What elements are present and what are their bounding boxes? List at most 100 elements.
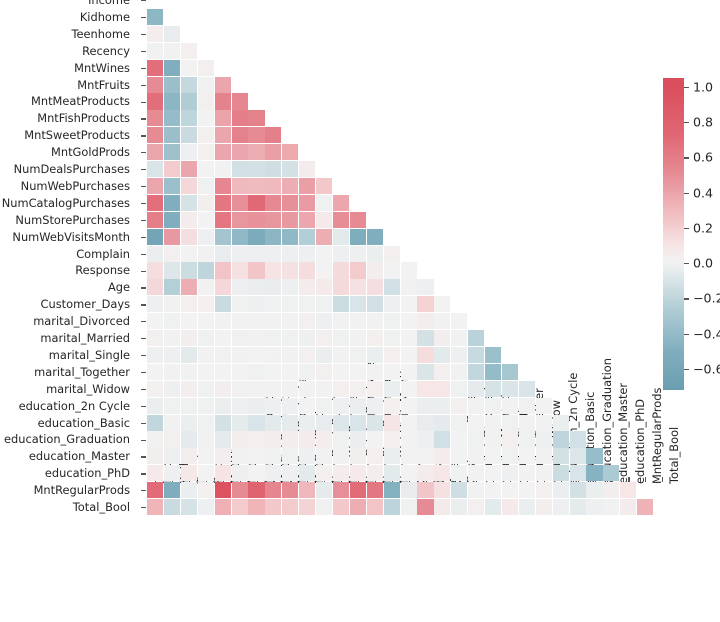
colorbar-tick-label: 0.6 [693, 149, 714, 165]
heatmap-cell [332, 363, 350, 380]
heatmap-cell [197, 211, 214, 228]
colorbar-tick-mark [684, 333, 689, 335]
y-axis-tick-mark [141, 473, 146, 475]
heatmap-cell [231, 296, 248, 313]
heatmap-cell [231, 482, 248, 499]
heatmap-cell [163, 194, 181, 211]
heatmap-cell [434, 380, 451, 397]
heatmap-cell [349, 313, 366, 330]
heatmap-cell [265, 144, 282, 161]
heatmap-cell [316, 431, 333, 448]
heatmap-cell [400, 262, 417, 279]
heatmap-cell [366, 346, 383, 364]
heatmap-cell [485, 380, 502, 397]
heatmap-cell [316, 499, 333, 516]
heatmap-cell [265, 448, 282, 465]
heatmap-cell [214, 262, 231, 279]
heatmap-cell [501, 482, 519, 499]
heatmap-cell [501, 380, 519, 397]
heatmap-cell [620, 482, 637, 499]
heatmap-cell [180, 499, 197, 516]
heatmap-cell [163, 296, 181, 313]
heatmap-cell [451, 380, 468, 397]
heatmap-cell [197, 330, 214, 347]
heatmap-cell [163, 380, 181, 397]
y-axis-tick-mark [141, 50, 146, 53]
heatmap-cell [147, 211, 164, 228]
heatmap-cell [163, 363, 181, 380]
y-axis-tick-label: education_Master [28, 449, 130, 464]
heatmap-cell [603, 465, 620, 482]
y-axis-tick-label: NumWebPurchases [20, 178, 130, 193]
correlation-heatmap-figure: Income Kidhome Teenhome Recency MntWines MntF… [0, 0, 720, 622]
heatmap-cell [163, 59, 181, 76]
heatmap-cell [265, 482, 282, 499]
heatmap-cell [434, 397, 451, 414]
y-axis-tick-mark [141, 0, 146, 2]
heatmap-cell [299, 499, 316, 516]
y-axis-tick-label: Teenhome [71, 26, 130, 41]
heatmap-cell [147, 8, 164, 26]
heatmap-cell [366, 245, 383, 262]
colorbar-tick-label: −0.2 [693, 290, 720, 306]
heatmap-cell [180, 330, 197, 347]
heatmap-cell [180, 127, 197, 144]
heatmap-cell [282, 330, 299, 347]
heatmap-cell [434, 330, 451, 347]
x-axis-tick-mark [645, 477, 647, 482]
heatmap-cell [180, 363, 197, 380]
heatmap-cell [282, 245, 299, 262]
heatmap-cell [586, 465, 603, 482]
heatmap-cell [417, 380, 434, 397]
colorbar-tick-mark [684, 368, 689, 371]
heatmap-cell [383, 279, 400, 296]
heatmap-cell [451, 465, 468, 482]
y-axis-tick-mark [141, 67, 146, 69]
heatmap-cell [163, 262, 181, 279]
heatmap-cell [417, 330, 434, 347]
heatmap-cell [316, 414, 333, 431]
colorbar-tick-label: 0.8 [693, 114, 714, 130]
heatmap-cell [349, 397, 366, 414]
y-axis-tick-label: marital_Married [40, 331, 130, 345]
heatmap-cell [518, 431, 535, 448]
heatmap-cell [282, 346, 299, 364]
heatmap-cell [434, 346, 451, 364]
heatmap-cell [366, 414, 383, 431]
heatmap-cell [603, 482, 620, 499]
heatmap-cell [163, 499, 181, 516]
heatmap-cell [180, 194, 197, 211]
heatmap-cell [417, 448, 434, 465]
heatmap-cell [518, 448, 535, 465]
heatmap-cell [417, 397, 434, 414]
heatmap-cell [349, 279, 366, 296]
heatmap-cell [147, 482, 164, 499]
heatmap-cell [316, 262, 333, 279]
heatmap-cell [231, 110, 248, 127]
heatmap-cell [231, 380, 248, 397]
heatmap-cell [231, 93, 248, 110]
heatmap-cell [366, 330, 383, 347]
heatmap-cell [147, 245, 164, 262]
heatmap-cell [366, 279, 383, 296]
heatmap-cell [535, 397, 552, 414]
y-axis-tick-mark [141, 33, 146, 36]
y-axis-tick-label: MntFishProducts [37, 111, 130, 126]
heatmap-cell [248, 245, 265, 262]
heatmap-cell [299, 465, 316, 482]
heatmap-cell [282, 296, 299, 313]
heatmap-cell [316, 313, 333, 330]
heatmap-cell [282, 161, 299, 178]
heatmap-cell [214, 194, 231, 211]
heatmap-cell [316, 363, 333, 380]
heatmap-cell [282, 194, 299, 211]
heatmap-cell [248, 346, 265, 364]
heatmap-cell [400, 397, 417, 414]
heatmap-cell [265, 380, 282, 397]
heatmap-cell [451, 330, 468, 347]
heatmap-cell [535, 465, 552, 482]
heatmap-cell [349, 499, 366, 516]
y-axis-tick-label: MntMeatProducts [31, 94, 130, 109]
y-axis-tick-label: Age [107, 280, 130, 295]
heatmap-cell [299, 279, 316, 296]
